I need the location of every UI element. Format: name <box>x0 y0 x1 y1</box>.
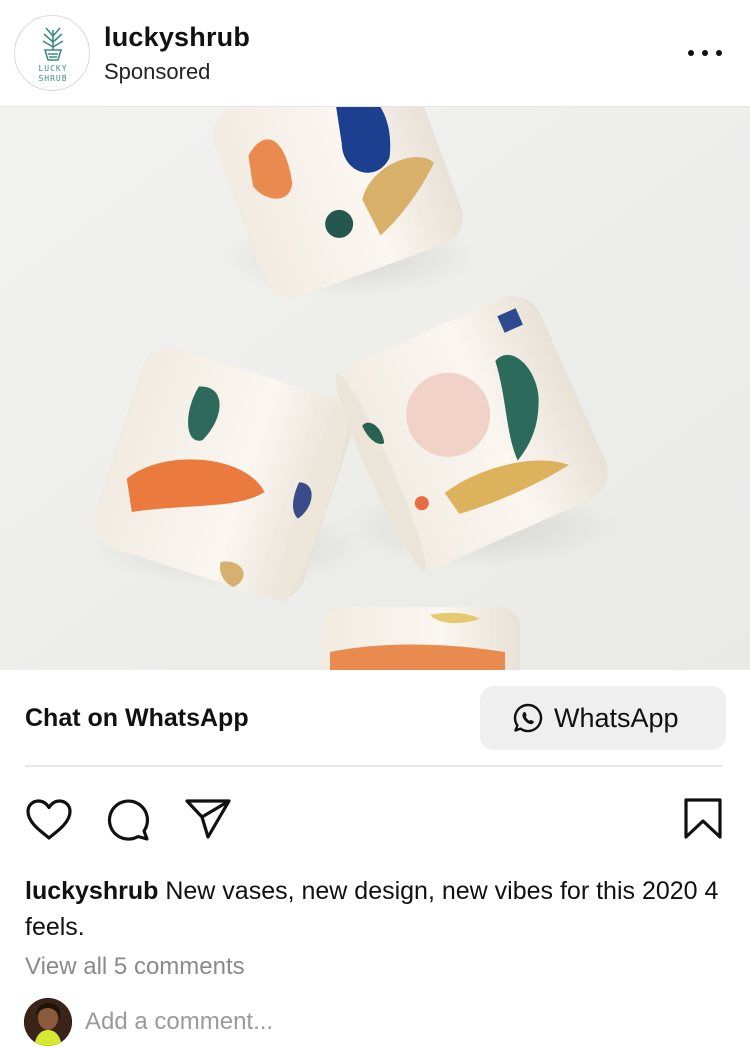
current-user-avatar <box>24 998 72 1046</box>
post-caption: luckyshrub New vases, new design, new vi… <box>25 873 730 945</box>
post-header: LUCKY SHRUB luckyshrub Sponsored <box>0 0 750 107</box>
view-all-comments-link[interactable]: View all 5 comments <box>25 953 245 981</box>
avatar-text-2: SHRUB <box>38 74 67 83</box>
send-icon <box>185 799 231 839</box>
like-button[interactable] <box>25 798 73 847</box>
avatar-text-1: LUCKY <box>38 64 67 73</box>
dot-icon <box>702 50 708 56</box>
post-image[interactable] <box>0 107 750 670</box>
sponsored-label: Sponsored <box>104 59 211 84</box>
cta-text[interactable]: Chat on WhatsApp <box>25 704 249 733</box>
user-photo-icon <box>24 998 72 1046</box>
ceramic-cups-illustration <box>0 107 750 670</box>
more-options-button[interactable] <box>680 38 730 68</box>
share-button[interactable] <box>184 797 232 846</box>
brand-avatar[interactable]: LUCKY SHRUB <box>14 15 90 91</box>
caption-username[interactable]: luckyshrub <box>25 877 158 905</box>
dot-icon <box>688 50 694 56</box>
comment-button[interactable] <box>105 797 151 848</box>
whatsapp-icon <box>513 703 543 733</box>
bookmark-icon <box>684 798 722 839</box>
divider <box>25 765 722 767</box>
lucky-shrub-logo-icon: LUCKY SHRUB <box>38 27 67 83</box>
dot-icon <box>716 50 722 56</box>
post-username[interactable]: luckyshrub <box>104 22 250 53</box>
whatsapp-button[interactable]: WhatsApp <box>480 686 726 750</box>
add-comment-input[interactable]: Add a comment... <box>85 1008 273 1036</box>
whatsapp-button-label: WhatsApp <box>554 703 679 733</box>
save-button[interactable] <box>683 797 723 846</box>
heart-icon <box>26 799 72 840</box>
comment-icon <box>107 799 150 841</box>
